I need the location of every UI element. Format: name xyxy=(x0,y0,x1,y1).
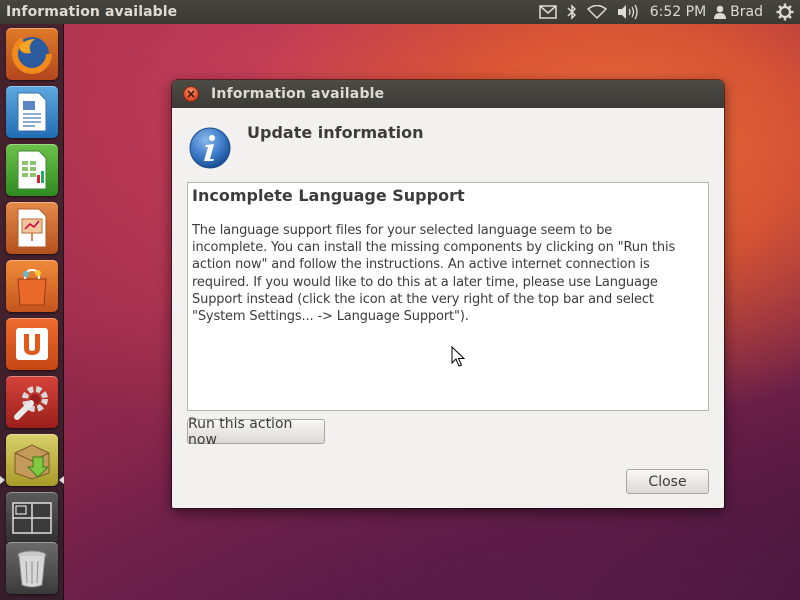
launcher-item-software-center[interactable] xyxy=(6,260,58,312)
run-action-button[interactable]: Run this action now xyxy=(187,416,325,448)
launcher-item-update-manager[interactable] xyxy=(6,434,58,486)
wifi-icon[interactable] xyxy=(586,0,607,24)
information-dialog: Information available Update information… xyxy=(172,80,724,508)
launcher-item-calc[interactable] xyxy=(6,144,58,196)
launcher xyxy=(0,24,64,600)
details-body: The language support files for your sele… xyxy=(192,223,676,325)
active-app-title: Information available xyxy=(6,4,178,20)
bluetooth-icon[interactable] xyxy=(567,0,577,24)
clock[interactable]: 6:52 PM xyxy=(650,4,706,20)
top-panel: Information available 6:52 PM Brad xyxy=(0,0,800,24)
firefox-icon xyxy=(12,34,52,74)
launcher-item-trash[interactable] xyxy=(6,542,58,594)
trash-icon xyxy=(17,550,47,588)
window-close-button[interactable] xyxy=(183,86,199,102)
mail-icon[interactable] xyxy=(539,0,557,24)
details-textview[interactable]: Incomplete Language Support The language… xyxy=(187,182,709,411)
dialog-heading: Update information xyxy=(247,123,424,142)
close-icon xyxy=(187,90,195,98)
launcher-item-ubuntu-one[interactable] xyxy=(6,318,58,370)
writer-icon xyxy=(17,92,47,132)
software-center-icon xyxy=(17,268,47,306)
details-title: Incomplete Language Support xyxy=(192,186,465,205)
active-indicator-left xyxy=(0,476,5,484)
ubuntu-one-icon xyxy=(16,328,48,360)
impress-icon xyxy=(17,208,47,248)
gear-icon[interactable] xyxy=(776,0,794,24)
mouse-cursor-icon xyxy=(451,346,465,367)
launcher-item-system-settings[interactable] xyxy=(6,376,58,428)
workspaces-icon xyxy=(12,502,52,534)
info-icon xyxy=(189,127,231,169)
calc-icon xyxy=(17,150,47,190)
user-name: Brad xyxy=(730,4,763,20)
indicator-area: 6:52 PM Brad xyxy=(534,0,800,24)
update-icon xyxy=(14,444,50,480)
active-indicator-right xyxy=(59,476,64,484)
user-icon xyxy=(714,5,727,19)
user-menu[interactable]: Brad xyxy=(714,4,763,20)
settings-icon xyxy=(14,386,48,420)
launcher-item-impress[interactable] xyxy=(6,202,58,254)
launcher-item-firefox[interactable] xyxy=(6,28,58,80)
volume-icon[interactable] xyxy=(617,0,639,24)
dialog-title: Information available xyxy=(211,86,385,102)
close-button[interactable]: Close xyxy=(626,469,709,494)
launcher-item-workspaces[interactable] xyxy=(6,492,58,544)
launcher-item-writer[interactable] xyxy=(6,86,58,138)
dialog-titlebar[interactable]: Information available xyxy=(172,80,724,108)
